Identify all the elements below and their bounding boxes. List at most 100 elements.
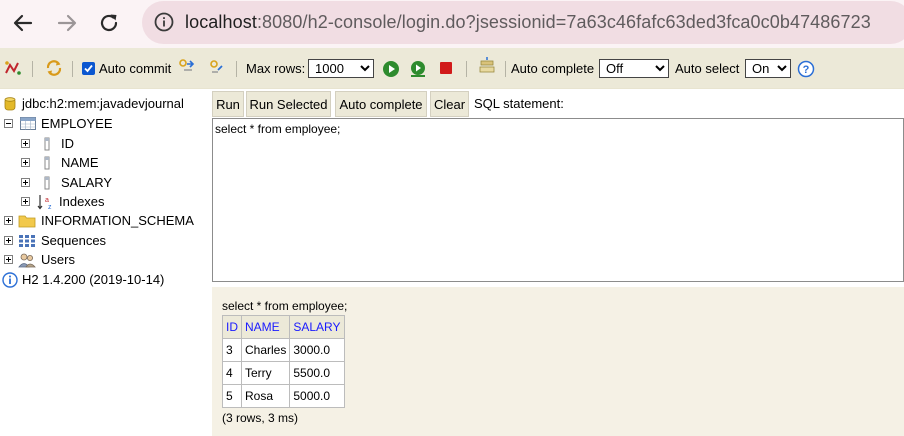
column-icon: [44, 156, 50, 169]
table-cell: Rosa: [240, 384, 291, 408]
run-icon[interactable]: [382, 60, 400, 78]
expand-icon[interactable]: [21, 139, 30, 148]
auto-select-select[interactable]: On: [745, 59, 791, 78]
collapse-icon[interactable]: [4, 119, 13, 128]
expand-icon[interactable]: [4, 255, 13, 264]
tree-column-id[interactable]: ID: [21, 134, 74, 153]
index-icon: a z: [37, 194, 52, 210]
connection-label: jdbc:h2:mem:javadevjournal: [22, 96, 184, 111]
column-icon: [44, 137, 50, 150]
sql-statement-label: SQL statement:: [474, 96, 564, 111]
tree-version: H2 1.4.200 (2019-10-14): [2, 270, 164, 289]
auto-commit-checkbox[interactable]: Auto commit: [82, 48, 171, 89]
table-row: 3 Charles 3000.0: [222, 338, 345, 362]
column-header[interactable]: NAME: [240, 315, 291, 339]
tree-information-schema[interactable]: INFORMATION_SCHEMA: [4, 211, 194, 230]
stop-icon[interactable]: [437, 59, 455, 77]
commit-icon[interactable]: [178, 58, 196, 76]
forward-button[interactable]: [52, 8, 82, 38]
run-selected-icon[interactable]: [409, 60, 427, 78]
address-bar[interactable]: localhost:8080/h2-console/login.do?jsess…: [142, 1, 904, 44]
auto-select-label: Auto select: [675, 61, 740, 76]
auto-complete-button[interactable]: Auto complete: [335, 91, 427, 117]
table-cell: 5500.0: [289, 361, 345, 385]
expand-icon[interactable]: [21, 197, 30, 206]
table-cell: 5000.0: [289, 384, 345, 408]
reload-button[interactable]: [94, 8, 124, 38]
max-rows-label: Max rows:: [246, 61, 306, 76]
url-text[interactable]: localhost:8080/h2-console/login.do?jsess…: [185, 12, 871, 33]
tree-users[interactable]: Users: [4, 250, 75, 269]
tree-connection[interactable]: jdbc:h2:mem:javadevjournal: [4, 94, 184, 113]
svg-text:?: ?: [803, 64, 810, 76]
url-host: localhost: [185, 12, 257, 32]
sql-editor[interactable]: select * from employee;: [212, 118, 904, 282]
history-icon[interactable]: [478, 56, 496, 74]
table-cell: Charles: [240, 338, 291, 362]
table-cell: Terry: [240, 361, 291, 385]
expand-icon[interactable]: [4, 216, 13, 225]
back-arrow-icon: [13, 14, 33, 32]
tree-table-employee[interactable]: EMPLOYEE: [4, 114, 113, 133]
toolbar-separator: [505, 61, 506, 77]
table-row: 4 Terry 5500.0: [222, 361, 345, 385]
auto-complete-select-wrap: Off: [599, 48, 669, 89]
column-header[interactable]: ID: [222, 315, 242, 339]
svg-text:z: z: [48, 204, 52, 210]
sql-editor-text[interactable]: select * from employee;: [215, 122, 340, 136]
tree-sequences[interactable]: Sequences: [4, 231, 106, 250]
result-panel: select * from employee; ID NAME SALARY 3…: [212, 287, 904, 436]
tree-indexes[interactable]: a z Indexes: [21, 192, 105, 211]
sequences-label: Sequences: [41, 233, 107, 248]
help-icon[interactable]: ?: [797, 60, 815, 78]
toolbar-separator: [72, 61, 73, 77]
auto-complete-select[interactable]: Off: [599, 59, 669, 78]
table-cell: 3000.0: [289, 338, 345, 362]
svg-text:a: a: [45, 197, 49, 204]
query-button-bar: Run Run Selected Auto complete Clear SQL…: [211, 90, 904, 118]
result-table: ID NAME SALARY 3 Charles 3000.0 4 Terry …: [222, 315, 345, 408]
forward-arrow-icon: [57, 14, 77, 32]
users-label: Users: [41, 252, 75, 267]
expand-icon[interactable]: [21, 158, 30, 167]
table-cell: 3: [222, 338, 242, 362]
column-label: NAME: [61, 155, 99, 170]
refresh-icon[interactable]: [45, 59, 63, 77]
expand-icon[interactable]: [21, 178, 30, 187]
auto-commit-label: Auto commit: [99, 61, 172, 76]
column-label: SALARY: [61, 175, 113, 190]
column-icon: [44, 176, 50, 189]
tree-column-name[interactable]: NAME: [21, 153, 99, 172]
version-label: H2 1.4.200 (2019-10-14): [22, 272, 165, 287]
auto-complete-label: Auto complete: [511, 61, 595, 76]
disconnect-icon[interactable]: [4, 59, 22, 77]
tree-column-salary[interactable]: SALARY: [21, 173, 112, 192]
schema-label: INFORMATION_SCHEMA: [41, 213, 194, 228]
clear-button[interactable]: Clear: [430, 91, 469, 117]
table-cell: 4: [222, 361, 242, 385]
reload-icon: [100, 14, 118, 32]
table-cell: 5: [222, 384, 242, 408]
column-label: ID: [61, 136, 74, 151]
rollback-icon[interactable]: [208, 58, 226, 76]
info-icon[interactable]: [153, 11, 175, 33]
max-rows-select-wrap: 1000: [308, 48, 374, 89]
browser-chrome: localhost:8080/h2-console/login.do?jsess…: [0, 0, 904, 48]
result-statement: select * from employee;: [222, 299, 348, 313]
sequences-icon: [19, 234, 35, 247]
database-icon: [4, 96, 16, 110]
checkbox-checked-icon[interactable]: [82, 62, 95, 75]
toolbar-separator: [466, 61, 467, 77]
expand-icon[interactable]: [4, 236, 13, 245]
indexes-label: Indexes: [59, 194, 105, 209]
column-header[interactable]: SALARY: [289, 315, 345, 339]
run-selected-button[interactable]: Run Selected: [246, 91, 331, 117]
run-button[interactable]: Run: [212, 91, 244, 117]
auto-select-select-wrap: On: [745, 48, 791, 89]
object-tree: jdbc:h2:mem:javadevjournal EMPLOYEE ID N…: [0, 90, 211, 436]
max-rows-select[interactable]: 1000: [308, 59, 374, 78]
back-button[interactable]: [8, 8, 38, 38]
table-label: EMPLOYEE: [41, 116, 113, 131]
table-icon: [20, 117, 36, 130]
result-header-row: ID NAME SALARY: [222, 315, 345, 339]
